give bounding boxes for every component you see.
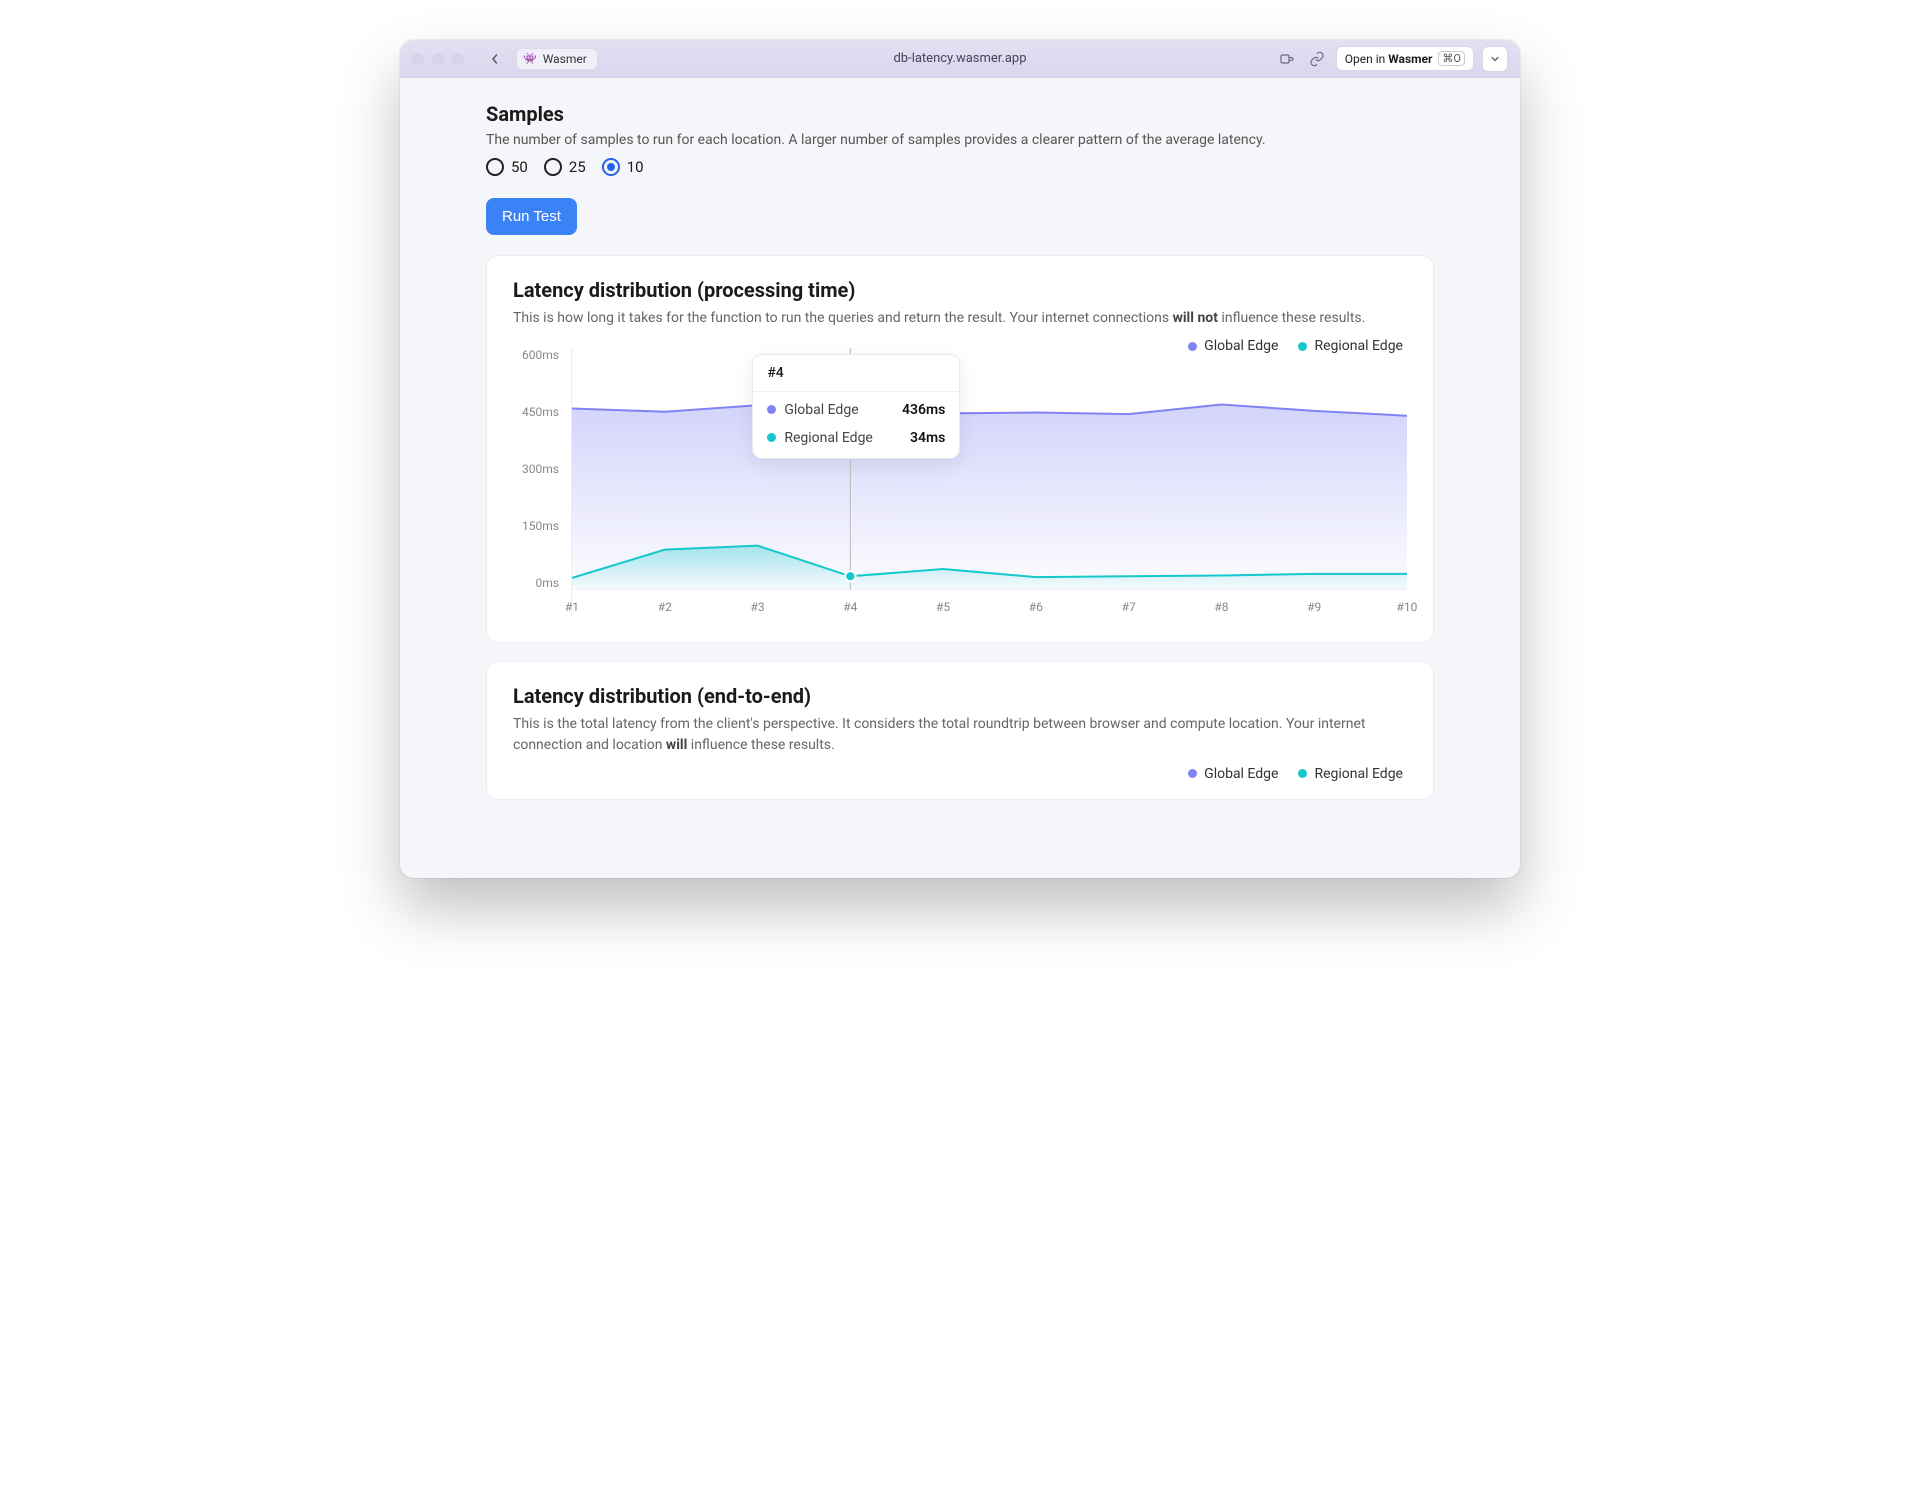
run-test-button[interactable]: Run Test <box>486 198 577 235</box>
y-axis: 600ms 450ms 300ms 150ms 0ms <box>513 348 559 618</box>
samples-title: Samples <box>486 102 1434 126</box>
tab-label: Wasmer <box>543 52 587 66</box>
chevron-left-icon <box>490 54 500 64</box>
samples-option-label: 10 <box>627 158 644 176</box>
processing-title: Latency distribution (processing time) <box>513 278 1407 302</box>
samples-description: The number of samples to run for each lo… <box>486 132 1434 148</box>
x-tick: #6 <box>1021 600 1051 614</box>
page-body: Samples The number of samples to run for… <box>400 78 1520 878</box>
x-tick: #4 <box>835 600 865 614</box>
x-tick: #9 <box>1299 600 1329 614</box>
window-controls <box>412 53 464 65</box>
samples-option-label: 50 <box>511 158 528 176</box>
x-tick: #3 <box>743 600 773 614</box>
x-tick: #10 <box>1392 600 1422 614</box>
tooltip-value: 436ms <box>902 402 945 418</box>
samples-option-10[interactable]: 10 <box>602 158 644 176</box>
samples-section: Samples The number of samples to run for… <box>486 102 1434 255</box>
address-bar-url[interactable]: db-latency.wasmer.app <box>893 51 1026 66</box>
samples-option-label: 25 <box>569 158 586 176</box>
chart-legend: Global Edge Regional Edge <box>1188 766 1403 782</box>
x-tick: #5 <box>928 600 958 614</box>
legend-dot-icon <box>767 433 776 442</box>
chart-svg <box>572 348 1407 590</box>
legend-global-edge[interactable]: Global Edge <box>1188 766 1278 782</box>
titlebar: 👾 Wasmer db-latency.wasmer.app Open in W… <box>400 40 1520 78</box>
x-tick: #1 <box>557 600 587 614</box>
x-tick: #2 <box>650 600 680 614</box>
radio-icon <box>486 158 504 176</box>
app-window: 👾 Wasmer db-latency.wasmer.app Open in W… <box>400 40 1520 878</box>
close-window-icon[interactable] <box>412 53 424 65</box>
y-tick: 150ms <box>522 519 559 533</box>
tab-chip[interactable]: 👾 Wasmer <box>516 48 598 70</box>
open-in-shortcut: ⌘O <box>1438 51 1465 66</box>
back-button[interactable] <box>484 48 506 70</box>
processing-chart: 600ms 450ms 300ms 150ms 0ms #4 Global Edge 4… <box>513 348 1407 618</box>
chart-plot-area[interactable]: #4 Global Edge 436ms Regional Edge 34ms <box>571 348 1407 618</box>
tooltip-label: Global Edge <box>784 402 894 418</box>
y-tick: 450ms <box>522 405 559 419</box>
zoom-window-icon[interactable] <box>452 53 464 65</box>
legend-regional-edge[interactable]: Regional Edge <box>1298 766 1403 782</box>
titlebar-right: Open in Wasmer ⌘O <box>1276 46 1508 72</box>
chart-tooltip: #4 Global Edge 436ms Regional Edge 34ms <box>752 354 960 459</box>
radio-selected-icon <box>602 158 620 176</box>
extension-icon[interactable] <box>1276 48 1298 70</box>
favicon-icon: 👾 <box>523 52 537 65</box>
end-to-end-card: Latency distribution (end-to-end) This i… <box>486 661 1434 800</box>
samples-radio-group: 50 25 10 <box>486 158 1434 176</box>
processing-description: This is how long it takes for the functi… <box>513 308 1407 330</box>
processing-time-card: Latency distribution (processing time) T… <box>486 255 1434 643</box>
x-tick: #7 <box>1114 600 1144 614</box>
x-tick: #8 <box>1206 600 1236 614</box>
y-tick: 300ms <box>522 462 559 476</box>
tooltip-row-global: Global Edge 436ms <box>753 392 959 424</box>
tooltip-label: Regional Edge <box>784 430 902 446</box>
tooltip-row-regional: Regional Edge 34ms <box>753 424 959 458</box>
minimize-window-icon[interactable] <box>432 53 444 65</box>
chevron-down-icon <box>1490 54 1500 64</box>
e2e-description: This is the total latency from the clien… <box>513 714 1407 757</box>
open-in-wasmer-button[interactable]: Open in Wasmer ⌘O <box>1336 46 1474 71</box>
legend-label: Global Edge <box>1204 766 1278 782</box>
legend-dot-icon <box>1188 769 1197 778</box>
samples-option-50[interactable]: 50 <box>486 158 528 176</box>
legend-label: Regional Edge <box>1314 766 1403 782</box>
tooltip-value: 34ms <box>910 430 945 446</box>
open-in-text: Open in Wasmer <box>1345 52 1433 66</box>
legend-dot-icon <box>767 405 776 414</box>
y-tick: 0ms <box>536 576 559 590</box>
legend-dot-icon <box>1298 769 1307 778</box>
link-icon[interactable] <box>1306 48 1328 70</box>
y-tick: 600ms <box>522 348 559 362</box>
more-menu-button[interactable] <box>1482 46 1508 72</box>
radio-icon <box>544 158 562 176</box>
x-axis: #1#2#3#4#5#6#7#8#9#10 <box>572 596 1407 618</box>
e2e-title: Latency distribution (end-to-end) <box>513 684 1407 708</box>
samples-option-25[interactable]: 25 <box>544 158 586 176</box>
tooltip-header: #4 <box>753 355 959 392</box>
